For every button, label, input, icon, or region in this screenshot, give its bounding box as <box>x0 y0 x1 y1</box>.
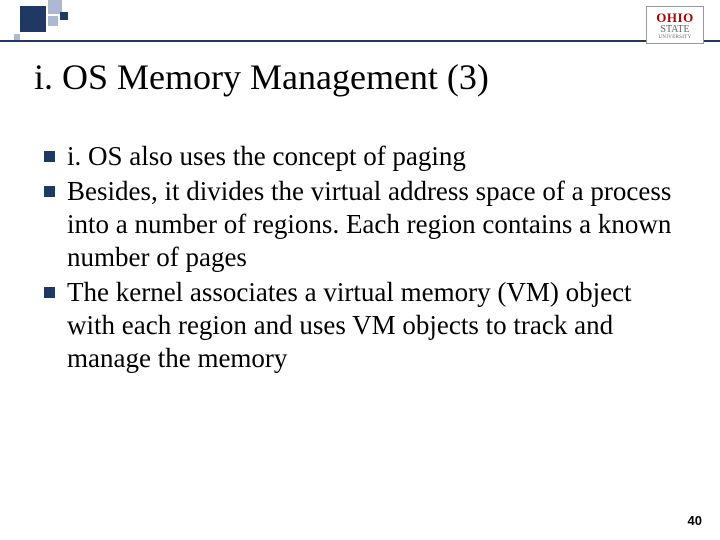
header-decoration <box>0 0 720 44</box>
logo-line3: UNIVERSITY <box>659 35 692 40</box>
bullet-icon <box>44 151 55 162</box>
logo-line2: STATE <box>660 25 689 35</box>
bullet-item: Besides, it divides the virtual address … <box>44 175 680 274</box>
bullet-text: i. OS also uses the concept of paging <box>67 140 466 173</box>
logo-line1: OHIO <box>656 11 693 24</box>
bullet-text: The kernel associates a virtual memory (… <box>67 276 680 375</box>
bullet-item: The kernel associates a virtual memory (… <box>44 276 680 375</box>
ohio-state-logo: OHIO STATE UNIVERSITY <box>646 6 704 44</box>
page-number: 40 <box>688 513 702 528</box>
slide-body: i. OS also uses the concept of paging Be… <box>44 140 680 377</box>
bullet-icon <box>44 186 55 197</box>
bullet-icon <box>44 287 55 298</box>
bullet-text: Besides, it divides the virtual address … <box>67 175 680 274</box>
slide-title: i. OS Memory Management (3) <box>34 56 489 98</box>
bullet-item: i. OS also uses the concept of paging <box>44 140 680 173</box>
